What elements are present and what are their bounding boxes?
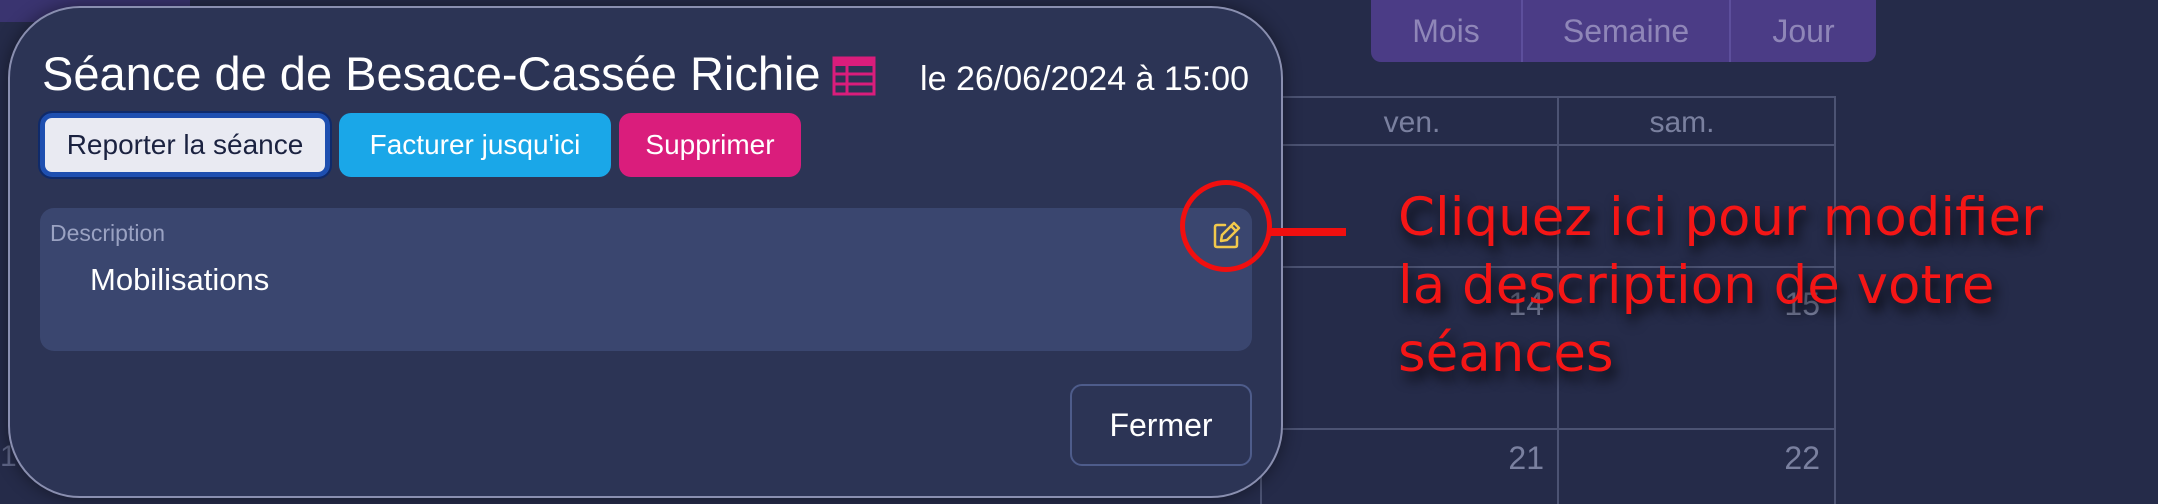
table-icon[interactable]: [832, 56, 876, 96]
view-month-button[interactable]: Mois: [1371, 0, 1523, 62]
day-header-saturday: sam.: [1649, 106, 1715, 139]
grid-divider: [1262, 428, 1836, 430]
close-button[interactable]: Fermer: [1070, 384, 1252, 466]
annotation-circle: [1180, 180, 1272, 272]
annotation-line: séances: [1398, 323, 1614, 384]
calendar-day-number[interactable]: 22: [1740, 440, 1820, 477]
annotation-text: Cliquez ici pour modifier la description…: [1398, 184, 2138, 388]
delete-button[interactable]: Supprimer: [619, 113, 801, 177]
session-modal: Séance de de Besace-Cassée Richie le 26/…: [8, 6, 1283, 498]
annotation-line: la description de votre: [1398, 255, 1995, 316]
view-day-button[interactable]: Jour: [1731, 0, 1876, 62]
calendar-view-switch: Mois Semaine Jour: [1371, 0, 1876, 62]
description-field[interactable]: Description Mobilisations: [40, 208, 1252, 351]
annotation-line: Cliquez ici pour modifier: [1398, 187, 2043, 248]
grid-divider: [1262, 144, 1836, 146]
session-date: le 26/06/2024 à 15:00: [920, 60, 1249, 98]
description-label: Description: [50, 220, 166, 246]
view-week-button[interactable]: Semaine: [1523, 0, 1731, 62]
description-value: Mobilisations: [90, 262, 270, 297]
bill-until-here-button[interactable]: Facturer jusqu'ici: [339, 113, 611, 177]
day-header-friday: ven.: [1383, 106, 1441, 139]
reschedule-button[interactable]: Reporter la séance: [38, 111, 332, 179]
modal-title: Séance de de Besace-Cassée Richie: [42, 47, 821, 100]
calendar-day-number[interactable]: 21: [1464, 440, 1544, 477]
screen: 1 Mois Semaine Jour ven. sam. 14 15 21 2…: [0, 0, 2158, 504]
annotation-pointer-line: [1270, 228, 1346, 236]
